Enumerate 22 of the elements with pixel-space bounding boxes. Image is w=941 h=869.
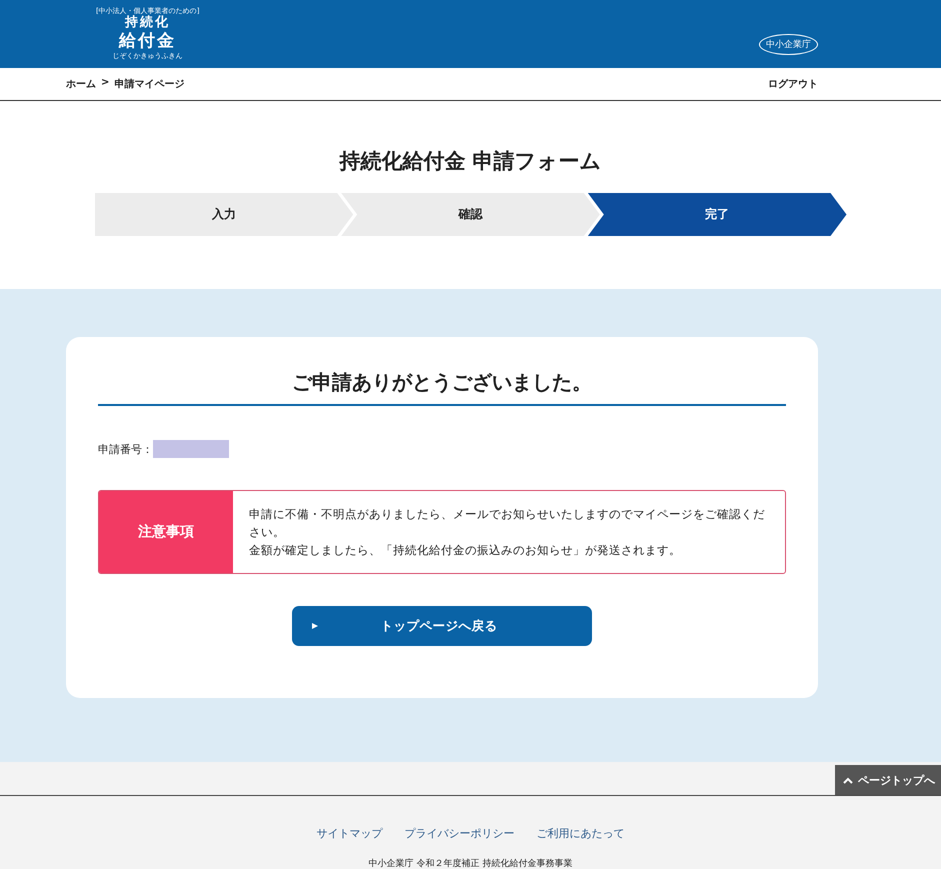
breadcrumb-link[interactable]: 申請マイページ: [114, 77, 184, 91]
copyright-text: 中小企業庁 令和２年度補正 持続化給付金事務事業: [368, 858, 572, 869]
back-to-top-button[interactable]: トップページへ戻る: [292, 606, 592, 646]
notice-label: 注意事項: [99, 491, 233, 573]
progress-step: 完了: [588, 193, 847, 236]
chevron-up-icon: [843, 776, 853, 784]
footer-link[interactable]: ご利用にあたって: [536, 826, 624, 841]
application-number-label: 申請番号：: [98, 442, 153, 456]
breadcrumb-link[interactable]: ホーム: [66, 77, 96, 91]
agency-logo: 中小企業庁: [759, 34, 818, 54]
page-top-button[interactable]: ページトップへ: [835, 765, 941, 795]
footer-link[interactable]: サイトマップ: [316, 826, 382, 841]
progress-step: 確認: [341, 193, 600, 236]
footer-link[interactable]: プライバシーポリシー: [404, 826, 514, 841]
completion-heading: ご申請ありがとうございました。: [98, 369, 786, 406]
notice-text: 金額が確定しましたら、「持続化給付金の振込みのお知らせ」が発送されます。: [249, 542, 682, 559]
progress-step: 入力: [94, 193, 354, 236]
notice-text: 申請に不備・不明点がありましたら、メールでお知らせいたしますのでマイページをご確認ください。: [249, 506, 766, 541]
form-title: 持続化給付金 申請フォーム: [339, 148, 602, 175]
logout-link[interactable]: ログアウト: [768, 77, 818, 91]
play-icon: [312, 623, 318, 629]
breadcrumb-separator: >: [101, 77, 110, 90]
